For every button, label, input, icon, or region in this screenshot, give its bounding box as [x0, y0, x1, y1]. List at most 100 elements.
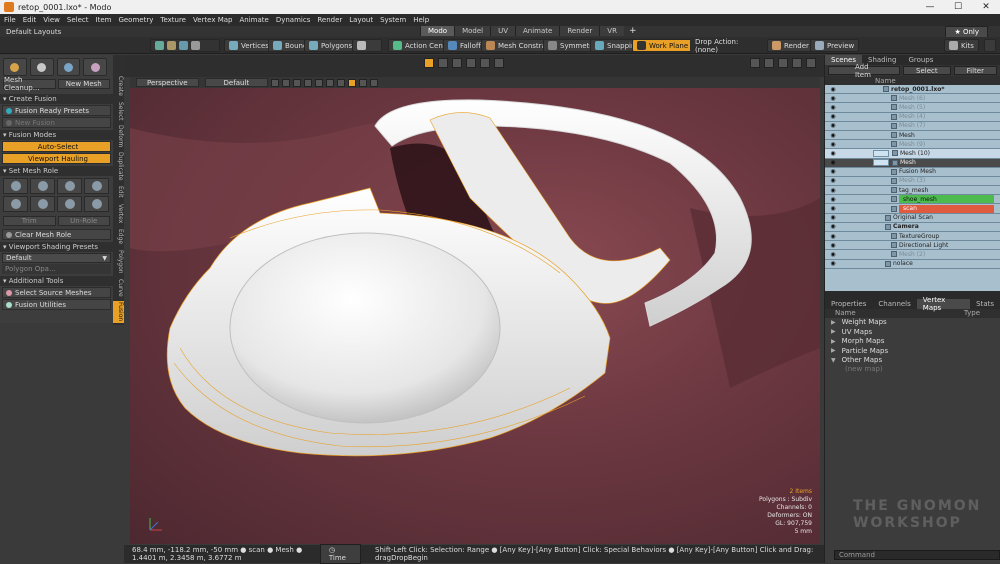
- fusion-tool-2-button[interactable]: [29, 58, 54, 76]
- new-mesh-button[interactable]: New Mesh: [57, 79, 110, 89]
- view-toggle-1-icon[interactable]: [271, 78, 280, 87]
- view-toggle-10-icon[interactable]: [370, 78, 379, 87]
- uv-maps-row[interactable]: ▶ UV Maps: [825, 327, 1000, 336]
- viewport-mode-icon[interactable]: [424, 58, 434, 68]
- layouts-dropdown[interactable]: Default Layouts: [0, 28, 61, 36]
- scene-item-row[interactable]: ◉ Mesh (10): [825, 149, 1000, 159]
- view-toggle-4-icon[interactable]: [304, 78, 313, 87]
- new-fusion-button[interactable]: New Fusion: [2, 117, 111, 128]
- menu-help[interactable]: Help: [413, 16, 429, 24]
- visibility-eye-icon[interactable]: ◉: [829, 95, 837, 102]
- command-input[interactable]: Command: [834, 550, 1000, 560]
- tab-groups[interactable]: Groups: [902, 55, 939, 65]
- scene-item-row[interactable]: ◉ shoe_mesh: [825, 195, 1000, 205]
- other-maps-row[interactable]: ▼ Other Maps: [825, 355, 1000, 364]
- scene-item-row[interactable]: ◉ nolace: [825, 259, 1000, 269]
- visibility-eye-icon[interactable]: ◉: [829, 214, 837, 221]
- clear-mesh-role-button[interactable]: Clear Mesh Role: [2, 229, 111, 240]
- view-option-1-icon[interactable]: [750, 58, 760, 68]
- viewport-shading-section[interactable]: ▾ Viewport Shading Presets: [0, 242, 113, 252]
- menu-file[interactable]: File: [4, 16, 16, 24]
- menu-animate[interactable]: Animate: [239, 16, 268, 24]
- view-toggle-6-icon[interactable]: [326, 78, 335, 87]
- scene-item-row[interactable]: ◉ Mesh (6): [825, 94, 1000, 104]
- add-item-button[interactable]: Add Item: [828, 63, 901, 79]
- tab-uv[interactable]: UV: [490, 26, 516, 36]
- shading-preset-dropdown[interactable]: Default ▼: [2, 253, 111, 263]
- role-d-button[interactable]: [84, 196, 109, 212]
- view-toggle-9-icon[interactable]: [359, 78, 368, 87]
- scene-item-row[interactable]: ◉ Mesh (7): [825, 121, 1000, 131]
- tab-fusion[interactable]: Fusion: [113, 301, 124, 323]
- tab-model[interactable]: Model: [454, 26, 491, 36]
- fusion-tool-3-button[interactable]: [56, 58, 81, 76]
- work-plane-button[interactable]: Work Plane: [632, 39, 694, 52]
- role-a-button[interactable]: [3, 196, 28, 212]
- scene-item-row[interactable]: ◉ tag_mesh: [825, 186, 1000, 196]
- role-main-button[interactable]: [84, 178, 109, 194]
- menu-system[interactable]: System: [380, 16, 406, 24]
- new-map-row[interactable]: (new map): [825, 365, 1000, 374]
- menu-dynamics[interactable]: Dynamics: [276, 16, 311, 24]
- menu-render[interactable]: Render: [317, 16, 342, 24]
- visibility-eye-icon[interactable]: ◉: [829, 168, 837, 175]
- tab-vertex[interactable]: Vertex: [113, 203, 124, 225]
- fusion-utilities-button[interactable]: Fusion Utilities: [2, 299, 111, 310]
- tab-render[interactable]: Render: [559, 26, 600, 36]
- visibility-eye-icon[interactable]: ◉: [829, 196, 837, 203]
- visibility-eye-icon[interactable]: ◉: [829, 159, 837, 166]
- select-button[interactable]: Select: [903, 66, 951, 75]
- viewport-mode-5-icon[interactable]: [480, 58, 490, 68]
- visibility-eye-icon[interactable]: ◉: [829, 113, 837, 120]
- menu-layout[interactable]: Layout: [349, 16, 373, 24]
- scene-item-row[interactable]: ◉ Mesh (4): [825, 112, 1000, 122]
- 3d-viewport[interactable]: 2 Items Polygons : Subdiv Channels: 0 De…: [130, 88, 820, 544]
- menu-texture[interactable]: Texture: [160, 16, 186, 24]
- set-mesh-role-section[interactable]: ▾ Set Mesh Role: [0, 166, 113, 176]
- scene-item-row[interactable]: ◉ Mesh (9): [825, 140, 1000, 150]
- time-button[interactable]: ◷ Time: [319, 544, 362, 564]
- fusion-tool-1-button[interactable]: [3, 58, 27, 76]
- visibility-eye-icon[interactable]: ◉: [829, 251, 837, 258]
- visibility-eye-icon[interactable]: ◉: [829, 223, 837, 230]
- visibility-eye-icon[interactable]: ◉: [829, 177, 837, 184]
- transform-icons-group[interactable]: [150, 39, 220, 52]
- tab-modo[interactable]: Modo: [420, 26, 455, 36]
- morph-maps-row[interactable]: ▶ Morph Maps: [825, 337, 1000, 346]
- maximize-button[interactable]: ☐: [944, 2, 972, 12]
- visibility-eye-icon[interactable]: ◉: [829, 86, 837, 93]
- viewport-mode-4-icon[interactable]: [466, 58, 476, 68]
- view-toggle-7-icon[interactable]: [337, 78, 346, 87]
- filter-button[interactable]: Filter: [953, 66, 997, 75]
- tab-select[interactable]: Select: [113, 101, 124, 121]
- menu-vertex-map[interactable]: Vertex Map: [193, 16, 233, 24]
- minimize-button[interactable]: —: [916, 2, 944, 12]
- tab-channels[interactable]: Channels: [872, 299, 916, 309]
- scene-item-row[interactable]: ◉ Mesh: [825, 158, 1000, 168]
- create-fusion-section[interactable]: ▾ Create Fusion: [0, 94, 113, 104]
- close-button[interactable]: ✕: [972, 2, 1000, 12]
- scene-item-row[interactable]: ◉ Camera: [825, 222, 1000, 232]
- scene-item-row[interactable]: ◉ Original Scan: [825, 213, 1000, 223]
- view-toggle-5-icon[interactable]: [315, 78, 324, 87]
- shading-dropdown[interactable]: Default: [204, 78, 269, 87]
- role-intersect-button[interactable]: [57, 178, 82, 194]
- menu-view[interactable]: View: [43, 16, 60, 24]
- falloff-button[interactable]: Falloff: [443, 39, 486, 52]
- viewport-mode-3-icon[interactable]: [452, 58, 462, 68]
- role-b-button[interactable]: [30, 196, 55, 212]
- toolbar-overflow-button[interactable]: [984, 39, 996, 52]
- visibility-eye-icon[interactable]: ◉: [829, 150, 837, 157]
- render-button[interactable]: Render: [767, 39, 814, 52]
- tab-curve[interactable]: Curve: [113, 279, 124, 297]
- visibility-eye-icon[interactable]: ◉: [829, 205, 837, 212]
- view-toggle-8-icon[interactable]: [348, 78, 357, 87]
- fusion-ready-presets-button[interactable]: Fusion Ready Presets: [2, 105, 111, 116]
- view-option-3-icon[interactable]: [778, 58, 788, 68]
- auto-select-toggle[interactable]: Auto-Select: [2, 141, 111, 152]
- menu-item[interactable]: Item: [96, 16, 112, 24]
- tab-animate[interactable]: Animate: [515, 26, 560, 36]
- tab-edit[interactable]: Edit: [113, 185, 124, 199]
- polygons-button[interactable]: Polygons: [304, 39, 358, 52]
- visibility-eye-icon[interactable]: ◉: [829, 242, 837, 249]
